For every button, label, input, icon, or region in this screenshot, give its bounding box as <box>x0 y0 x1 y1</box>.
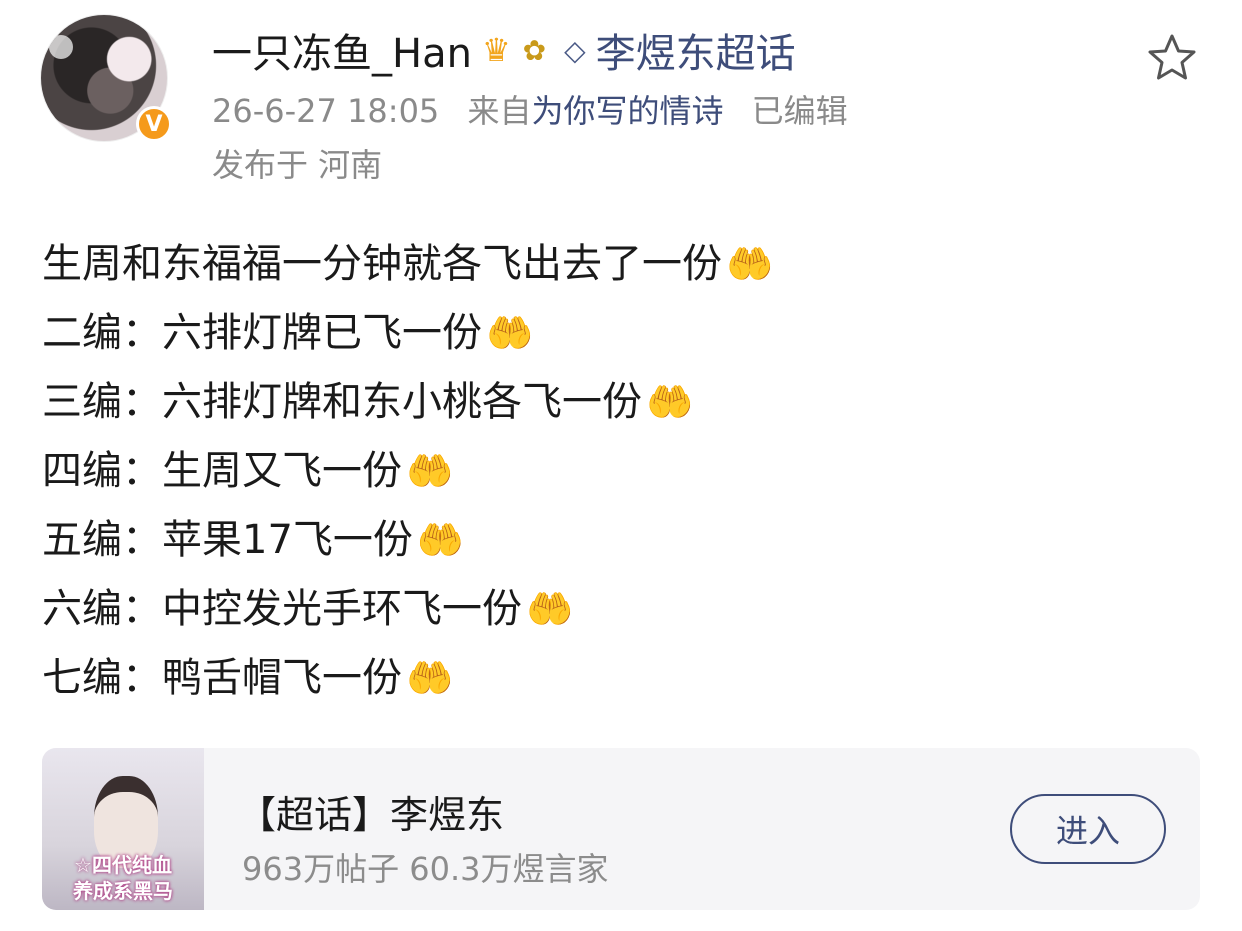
post-line: 二编：六排灯牌已飞一份 🤲 <box>42 299 1202 368</box>
post-line: 七编：鸭舌帽飞一份 🤲 <box>42 644 1202 713</box>
post-line: 三编：六排灯牌和东小桃各飞一份 🤲 <box>42 368 1202 437</box>
supertopic-stats: 963万帖子 60.3万煜言家 <box>242 850 609 888</box>
post-location: 发布于 河南 <box>212 146 383 184</box>
post-line: 四编：生周又飞一份 🤲 <box>42 437 1202 506</box>
source-prefix: 来自 <box>467 92 532 130</box>
crown-icon: ♛ <box>481 31 511 69</box>
post-line: 生周和东福福一分钟就各飞出去了一份 🤲 <box>42 230 1202 299</box>
open-hands-icon: 🤲 <box>406 449 454 493</box>
post-text: 二编：六排灯牌已飞一份 <box>42 310 482 356</box>
edited-label[interactable]: 已编辑 <box>752 92 848 130</box>
diamond-icon: ◇ <box>564 33 586 67</box>
thumbnail-caption: ☆四代纯血 养成系黑马 <box>48 852 198 904</box>
post-text: 三编：六排灯牌和东小桃各飞一份 <box>42 379 642 425</box>
post-meta: 26-6-27 18:05 来自为你写的情诗 已编辑 <box>212 86 848 132</box>
thumbnail-caption-line: 养成系黑马 <box>73 879 173 903</box>
enter-button[interactable]: 进入 <box>1010 794 1166 864</box>
post-body: 生周和东福福一分钟就各飞出去了一份 🤲 二编：六排灯牌已飞一份 🤲 三编：六排灯牌和… <box>42 230 1202 713</box>
verified-badge-icon: V <box>136 106 172 142</box>
open-hands-icon: 🤲 <box>526 587 574 631</box>
post-line: 六编：中控发光手环飞一份 🤲 <box>42 575 1202 644</box>
supertopic-card[interactable]: ☆四代纯血 养成系黑马 【超话】李煜东 963万帖子 60.3万煜言家 进入 <box>42 748 1200 910</box>
post-text: 六编：中控发光手环飞一份 <box>42 586 522 632</box>
favorite-star-icon[interactable] <box>1146 32 1198 84</box>
open-hands-icon: 🤲 <box>406 656 454 700</box>
post-line: 五编：苹果17飞一份 🤲 <box>42 506 1202 575</box>
open-hands-icon: 🤲 <box>416 518 465 562</box>
author-name[interactable]: 一只冻鱼_Han <box>212 21 472 79</box>
supertopic-link[interactable]: 李煜东超话 <box>596 21 796 79</box>
supertopic-thumbnail: ☆四代纯血 养成系黑马 <box>42 748 204 910</box>
thumbnail-caption-line: ☆四代纯血 <box>74 853 172 877</box>
author-avatar-wrap[interactable]: V <box>40 14 172 142</box>
post-text: 五编：苹果17飞一份 <box>42 517 413 563</box>
open-hands-icon: 🤲 <box>486 311 534 355</box>
post-text: 四编：生周又飞一份 <box>42 448 402 494</box>
post-text: 生周和东福福一分钟就各飞出去了一份 <box>42 241 722 287</box>
open-hands-icon: 🤲 <box>726 242 774 286</box>
bouquet-icon: ✿ <box>522 33 547 67</box>
author-name-row: 一只冻鱼_Han ♛ ✿ ◇ 李煜东超话 <box>212 22 796 78</box>
post-timestamp: 26-6-27 18:05 <box>212 92 440 130</box>
post-text: 七编：鸭舌帽飞一份 <box>42 655 402 701</box>
supertopic-title: 【超话】李煜东 <box>238 793 505 837</box>
post-source-link[interactable]: 为你写的情诗 <box>531 92 723 130</box>
open-hands-icon: 🤲 <box>646 380 694 424</box>
